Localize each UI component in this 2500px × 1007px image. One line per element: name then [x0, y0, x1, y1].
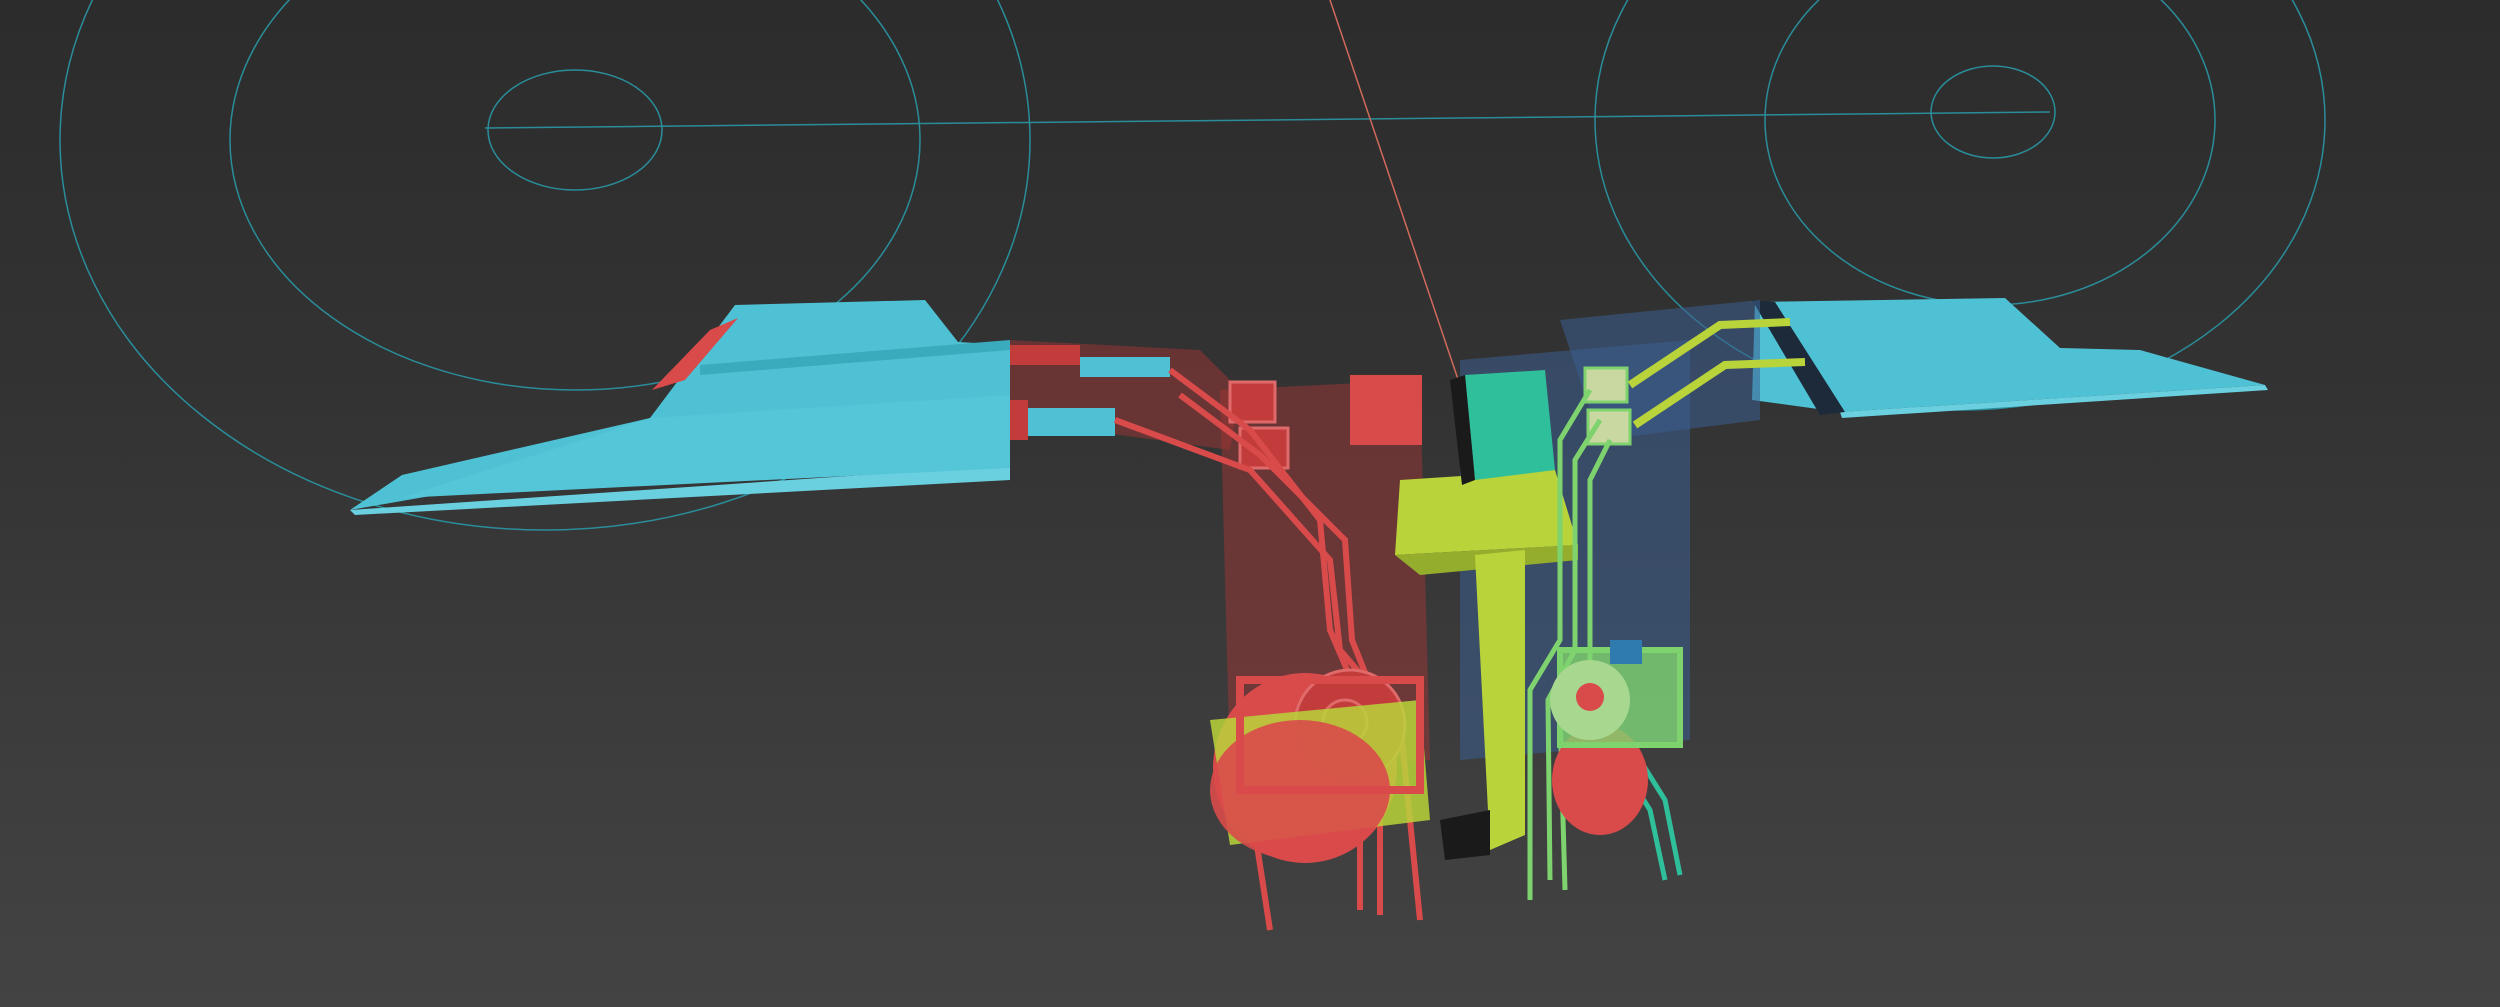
- 3d-viewport[interactable]: [0, 0, 2500, 1007]
- lime-bracket-post-shadow: [1440, 810, 1490, 860]
- lime-bracket-cap-top: [1395, 470, 1578, 555]
- blue-block: [1610, 640, 1642, 664]
- left-inner-guide-circle: [487, 69, 663, 191]
- right-wing[interactable]: [1752, 298, 2268, 418]
- red-strip-bottom: [1010, 400, 1028, 440]
- right-middle-guide-circle: [1764, 0, 2216, 306]
- vertical-axis-line: [1329, 0, 1466, 401]
- cyan-connector-bottom: [1020, 408, 1115, 436]
- guide-connector-line: [484, 111, 2051, 129]
- red-disc-front: [1210, 720, 1390, 860]
- left-wing[interactable]: [350, 300, 1010, 515]
- red-disc-right-center: [1576, 683, 1604, 711]
- cyan-connector-top: [1080, 357, 1170, 377]
- teal-block: [1465, 370, 1555, 480]
- red-strip-top: [1010, 345, 1080, 365]
- red-chip-1: [1228, 380, 1277, 424]
- green-chip-1: [1583, 366, 1629, 404]
- lime-bracket-post: [1475, 550, 1525, 850]
- viewport-scene[interactable]: [0, 0, 2500, 1007]
- red-block-top: [1350, 375, 1422, 445]
